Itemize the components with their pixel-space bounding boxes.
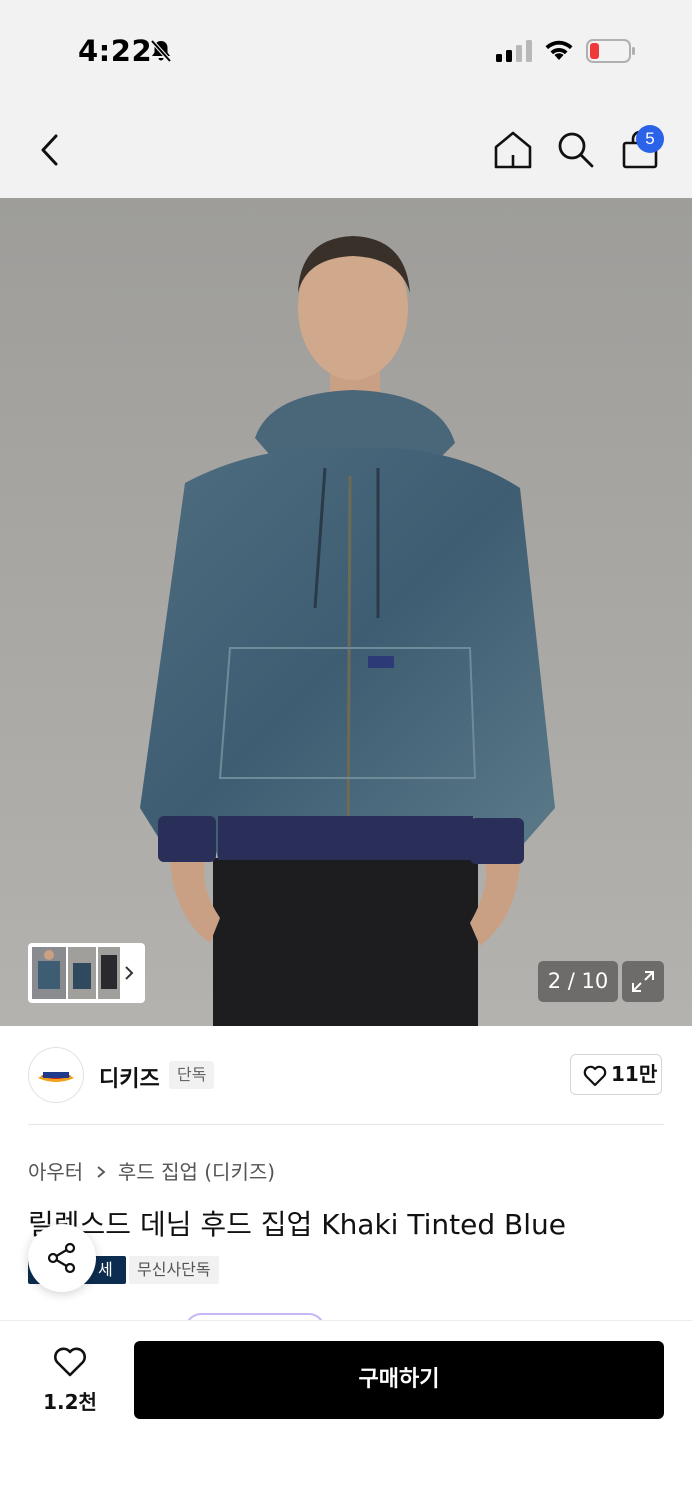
battery-low-icon	[586, 39, 635, 63]
image-counter: 2 / 10	[538, 961, 618, 1002]
breadcrumb-category[interactable]: 아우터	[28, 1160, 83, 1184]
buy-button[interactable]: 구매하기	[134, 1341, 664, 1419]
brand-like-count: 11만	[611, 1062, 658, 1086]
status-time: 4:22	[78, 34, 153, 68]
cart-count-badge: 5	[636, 125, 664, 153]
share-button[interactable]	[28, 1224, 96, 1292]
heart-icon	[583, 1065, 607, 1087]
brand-logo[interactable]	[28, 1047, 84, 1103]
home-icon[interactable]	[493, 130, 533, 170]
dickies-logo	[38, 1072, 74, 1082]
exclusive-tag: 단독	[169, 1061, 215, 1089]
thumbnail-strip[interactable]	[28, 943, 145, 1003]
wifi-icon	[545, 40, 573, 60]
wishlist-count: 1.2천	[43, 1390, 97, 1414]
cellular-signal-icon	[496, 40, 532, 62]
divider	[28, 1124, 664, 1125]
model-photo	[0, 198, 692, 1026]
musinsa-exclusive-tag: 무신사단독	[129, 1256, 219, 1284]
product-title: 릴렉스드 데님 후드 집업 Khaki Tinted Blue	[28, 1208, 566, 1241]
back-arrow-icon[interactable]	[36, 132, 66, 168]
thumbnail-images	[32, 947, 134, 999]
search-icon[interactable]	[556, 130, 596, 170]
brand-name[interactable]: 디키즈	[99, 1061, 160, 1093]
expand-button[interactable]	[622, 961, 664, 1002]
share-icon	[47, 1242, 76, 1274]
breadcrumb: 아우터 후드 집업 (디키즈)	[28, 1156, 275, 1185]
wishlist-heart-icon[interactable]	[52, 1346, 88, 1378]
breadcrumb-subcategory[interactable]: 후드 집업 (디키즈)	[118, 1160, 275, 1184]
bell-slash-icon	[150, 39, 172, 63]
brand-like-button[interactable]: 11만	[570, 1054, 662, 1095]
expand-icon	[632, 971, 654, 992]
product-image[interactable]	[0, 198, 692, 1026]
chevron-right-icon	[96, 1166, 105, 1178]
